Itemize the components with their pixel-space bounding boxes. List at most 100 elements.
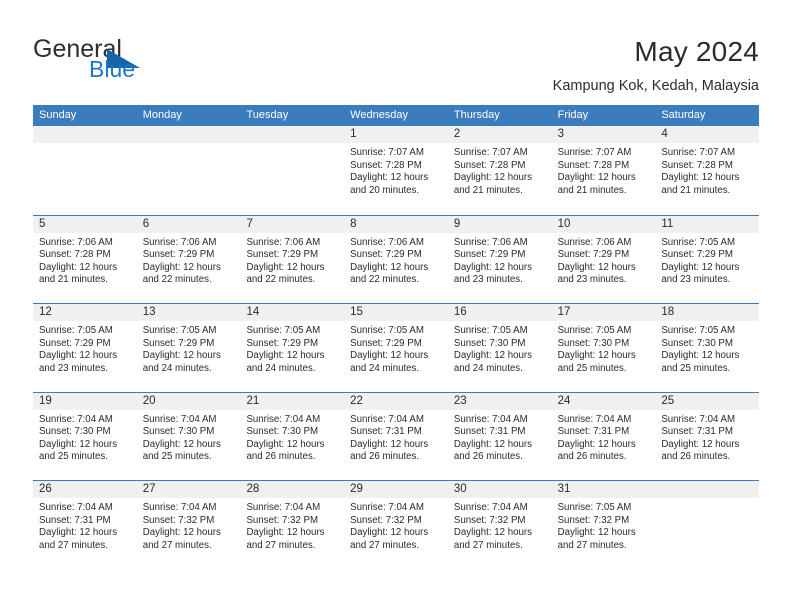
day-number: 4 [655, 126, 760, 143]
calendar-day-cell[interactable]: 21 Sunrise: 7:04 AM Sunset: 7:30 PM Dayligh… [240, 392, 345, 481]
calendar-day-cell[interactable]: 28 Sunrise: 7:04 AM Sunset: 7:32 PM Dayligh… [240, 481, 345, 569]
calendar-day-cell[interactable]: 30 Sunrise: 7:04 AM Sunset: 7:32 PM Dayligh… [447, 481, 552, 569]
day-info-line: Daylight: 12 hours [246, 261, 325, 273]
day-number: 11 [655, 215, 760, 233]
day-info-line: and 23 minutes. [557, 274, 627, 286]
day-info-line: Daylight: 12 hours [142, 261, 221, 273]
day-sun-info: Sunrise: 7:06 AM Sunset: 7:29 PM Daylight:… [137, 233, 241, 287]
day-info-line: Sunset: 7:29 PM [246, 337, 319, 349]
calendar-day-cell[interactable]: 7 Sunrise: 7:06 AM Sunset: 7:29 PM Daylight… [240, 215, 345, 304]
day-info-line: Sunset: 7:30 PM [142, 426, 215, 438]
calendar-day-cell[interactable]: 19 Sunrise: 7:04 AM Sunset: 7:30 PM Dayligh… [33, 392, 137, 481]
calendar-day-cell[interactable]: 10 Sunrise: 7:06 AM Sunset: 7:29 PM Dayligh… [551, 215, 656, 304]
day-number: 2 [447, 126, 552, 143]
day-number [240, 126, 345, 143]
day-info-line: and 25 minutes. [39, 451, 108, 463]
day-info-line: Daylight: 12 hours [557, 261, 636, 273]
day-sun-info: Sunrise: 7:06 AM Sunset: 7:29 PM Daylight:… [240, 233, 344, 287]
day-info-line: Sunrise: 7:05 AM [661, 325, 736, 336]
brand-logo[interactable]: General Blue [33, 36, 233, 86]
day-sun-info: Sunrise: 7:06 AM Sunset: 7:28 PM Daylight:… [33, 233, 137, 287]
day-of-week-thursday: Thursday [453, 109, 500, 121]
calendar-day-cell[interactable]: 8 Sunrise: 7:06 AM Sunset: 7:29 PM Daylight… [344, 215, 448, 304]
calendar-day-cell[interactable]: 14 Sunrise: 7:05 AM Sunset: 7:29 PM Dayligh… [240, 304, 345, 392]
calendar-day-cell[interactable]: 27 Sunrise: 7:04 AM Sunset: 7:32 PM Dayligh… [136, 481, 241, 569]
calendar-day-cell[interactable]: 11 Sunrise: 7:05 AM Sunset: 7:29 PM Dayligh… [655, 215, 760, 304]
day-number: 28 [240, 481, 345, 498]
day-number: 9 [447, 215, 552, 233]
day-sun-info: Sunrise: 7:04 AM Sunset: 7:31 PM Daylight:… [655, 410, 759, 464]
calendar-day-cell[interactable]: 12 Sunrise: 7:05 AM Sunset: 7:29 PM Dayligh… [33, 304, 137, 392]
calendar-day-cell[interactable]: 13 Sunrise: 7:05 AM Sunset: 7:29 PM Dayligh… [136, 304, 241, 392]
day-sun-info: Sunrise: 7:04 AM Sunset: 7:30 PM Daylight:… [240, 410, 344, 464]
day-info-line: Sunset: 7:32 PM [557, 514, 630, 526]
calendar-day-cell[interactable]: 2 Sunrise: 7:07 AM Sunset: 7:28 PM Daylight… [447, 126, 552, 215]
day-of-week-header: Sunday Monday Tuesday Wednesday Thursday Frid… [33, 105, 759, 126]
calendar-week-row: 19 Sunrise: 7:04 AM Sunset: 7:30 PM Dayligh… [33, 391, 760, 481]
calendar-day-cell[interactable]: 31 Sunrise: 7:05 AM Sunset: 7:32 PM Dayligh… [551, 481, 656, 569]
day-info-line: Sunset: 7:28 PM [350, 159, 422, 171]
day-of-week-friday: Friday [557, 109, 589, 121]
calendar-day-cell[interactable]: 23 Sunrise: 7:04 AM Sunset: 7:31 PM Dayligh… [447, 392, 552, 481]
day-number: 23 [447, 392, 552, 410]
day-sun-info: Sunrise: 7:05 AM Sunset: 7:29 PM Daylight:… [655, 233, 759, 287]
calendar-day-cell-empty [655, 481, 760, 569]
day-info-line: Daylight: 12 hours [350, 261, 429, 273]
calendar-day-cell[interactable]: 16 Sunrise: 7:05 AM Sunset: 7:30 PM Dayligh… [447, 304, 552, 392]
day-info-line: Sunrise: 7:06 AM [350, 236, 424, 248]
day-number [655, 481, 760, 498]
day-info-line: Sunrise: 7:07 AM [557, 147, 632, 158]
calendar-day-cell[interactable]: 18 Sunrise: 7:05 AM Sunset: 7:30 PM Dayligh… [655, 304, 760, 392]
day-sun-info: Sunrise: 7:04 AM Sunset: 7:31 PM Daylight:… [552, 410, 656, 464]
day-info-line: Sunset: 7:30 PM [453, 337, 526, 349]
day-number: 17 [551, 304, 656, 321]
day-info-line: Daylight: 12 hours [246, 350, 325, 362]
day-info-line: Sunset: 7:32 PM [453, 514, 526, 526]
day-info-line: Sunrise: 7:05 AM [557, 325, 632, 336]
calendar-day-cell[interactable]: 5 Sunrise: 7:06 AM Sunset: 7:28 PM Daylight… [33, 215, 137, 304]
calendar-day-cell[interactable]: 1 Sunrise: 7:07 AM Sunset: 7:28 PM Daylight… [344, 126, 448, 215]
day-info-line: Sunrise: 7:07 AM [661, 147, 736, 158]
location-subtitle: Kampung Kok, Kedah, Malaysia [552, 78, 759, 94]
day-info-line: and 25 minutes. [557, 362, 627, 374]
calendar-day-cell[interactable]: 3 Sunrise: 7:07 AM Sunset: 7:28 PM Daylight… [551, 126, 656, 215]
day-info-line: Sunrise: 7:04 AM [142, 502, 217, 513]
calendar-day-cell[interactable]: 6 Sunrise: 7:06 AM Sunset: 7:29 PM Daylight… [136, 215, 241, 304]
calendar-day-cell[interactable]: 22 Sunrise: 7:04 AM Sunset: 7:31 PM Dayligh… [344, 392, 448, 481]
day-sun-info: Sunrise: 7:06 AM Sunset: 7:29 PM Daylight:… [344, 233, 448, 287]
calendar-day-cell[interactable]: 25 Sunrise: 7:04 AM Sunset: 7:31 PM Dayligh… [655, 392, 760, 481]
day-info-line: Daylight: 12 hours [557, 527, 636, 539]
calendar-week-row: 5 Sunrise: 7:06 AM Sunset: 7:28 PM Daylight… [33, 214, 760, 304]
day-number: 18 [655, 304, 760, 321]
day-info-line: Sunset: 7:29 PM [453, 249, 526, 261]
day-info-line: Sunset: 7:29 PM [142, 249, 215, 261]
day-info-line: and 23 minutes. [661, 274, 731, 286]
calendar-week-row: 12 Sunrise: 7:05 AM Sunset: 7:29 PM Dayligh… [33, 303, 760, 392]
calendar-week-row: 26 Sunrise: 7:04 AM Sunset: 7:31 PM Dayligh… [33, 480, 760, 569]
day-of-week-tuesday: Tuesday [246, 109, 289, 121]
day-info-line: Sunset: 7:28 PM [39, 249, 111, 261]
calendar-day-cell[interactable]: 26 Sunrise: 7:04 AM Sunset: 7:31 PM Dayligh… [33, 481, 137, 569]
day-info-line: and 26 minutes. [557, 451, 627, 463]
calendar-day-cell[interactable]: 15 Sunrise: 7:05 AM Sunset: 7:29 PM Dayligh… [344, 304, 448, 392]
calendar-day-cell[interactable]: 9 Sunrise: 7:06 AM Sunset: 7:29 PM Daylight… [447, 215, 552, 304]
calendar-day-cell[interactable]: 29 Sunrise: 7:04 AM Sunset: 7:32 PM Dayligh… [344, 481, 448, 569]
day-sun-info: Sunrise: 7:04 AM Sunset: 7:32 PM Daylight:… [240, 498, 344, 552]
day-info-line: Sunset: 7:32 PM [142, 514, 215, 526]
day-info-line: Daylight: 12 hours [661, 261, 740, 273]
day-info-line: and 25 minutes. [661, 362, 731, 374]
day-info-line: Sunrise: 7:05 AM [350, 325, 424, 336]
day-info-line: and 27 minutes. [557, 539, 627, 551]
day-info-line: and 23 minutes. [39, 362, 108, 374]
day-sun-info: Sunrise: 7:06 AM Sunset: 7:29 PM Daylight:… [448, 233, 552, 287]
day-info-line: and 24 minutes. [246, 362, 316, 374]
day-info-line: Daylight: 12 hours [350, 438, 429, 450]
day-info-line: Sunrise: 7:05 AM [246, 325, 321, 336]
calendar-day-cell[interactable]: 24 Sunrise: 7:04 AM Sunset: 7:31 PM Dayligh… [551, 392, 656, 481]
calendar-day-cell[interactable]: 4 Sunrise: 7:07 AM Sunset: 7:28 PM Daylight… [655, 126, 760, 215]
day-info-line: Daylight: 12 hours [350, 350, 429, 362]
day-info-line: and 24 minutes. [453, 362, 523, 374]
day-sun-info: Sunrise: 7:05 AM Sunset: 7:30 PM Daylight:… [655, 321, 759, 375]
calendar-day-cell[interactable]: 20 Sunrise: 7:04 AM Sunset: 7:30 PM Dayligh… [136, 392, 241, 481]
calendar-day-cell[interactable]: 17 Sunrise: 7:05 AM Sunset: 7:30 PM Dayligh… [551, 304, 656, 392]
